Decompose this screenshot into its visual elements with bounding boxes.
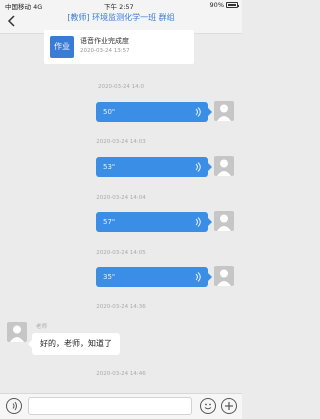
avatar[interactable] [214,101,234,121]
user-silhouette-icon [10,325,24,342]
sender-name: 老师 [36,324,48,330]
message-timestamp: 2020-03-24 14:04 [96,195,146,201]
status-bar: 中国移动 4G 下午 2:57 90% [0,0,242,11]
voice-duration: 53" [103,163,116,171]
voice-mode-icon [12,401,17,411]
user-silhouette-icon [217,269,231,286]
avatar[interactable] [214,266,234,286]
emoji-button[interactable] [200,398,216,414]
voice-wave-icon [193,272,201,282]
avatar[interactable] [7,322,27,342]
user-silhouette-icon [217,159,231,176]
chat-title: [教师] 环境监测化学一班 群组 [67,13,175,22]
battery-icon [226,2,239,8]
user-silhouette-icon [217,104,231,121]
battery-percent: 90% [209,1,224,9]
voice-duration: 50" [103,108,116,116]
voice-message-bubble[interactable]: 57" [96,212,212,232]
input-bar [0,393,242,419]
voice-message-bubble[interactable]: 35" [96,267,212,287]
assignment-title: 语音作业完成度 [80,37,129,45]
avatar[interactable] [214,211,234,231]
plus-icon [225,402,233,410]
voice-mode-button[interactable] [6,398,22,414]
message-timestamp: 2020-03-24 14:0 [97,84,145,90]
voice-message-bubble[interactable]: 53" [96,157,212,177]
emoji-icon [204,403,212,410]
user-silhouette-icon [217,214,231,231]
avatar[interactable] [214,156,234,176]
voice-wave-icon [193,162,201,172]
voice-message-bubble[interactable]: 50" [96,102,212,122]
voice-wave-icon [193,217,201,227]
message-timestamp: 2020-03-24 14:05 [96,250,146,256]
battery-status: 90% [209,1,239,9]
more-button[interactable] [221,398,237,414]
voice-duration: 57" [103,218,116,226]
message-timestamp: 2020-03-24 14:03 [96,139,146,145]
message-timestamp: 2020-03-24 14:36 [96,304,146,310]
message-timestamp: 2020-03-24 14:46 [96,371,146,377]
voice-wave-icon [193,107,201,117]
assignment-date: 2020-03-24 13:57 [80,48,130,54]
text-message-bubble[interactable]: 好的，老师，知道了 [28,333,120,355]
voice-duration: 35" [103,273,116,281]
back-chevron-icon[interactable] [5,13,19,29]
message-input[interactable] [28,397,192,415]
assignment-card[interactable]: 作业 语音作业完成度 2020-03-24 13:57 [44,30,194,64]
assignment-icon: 作业 [50,36,74,58]
